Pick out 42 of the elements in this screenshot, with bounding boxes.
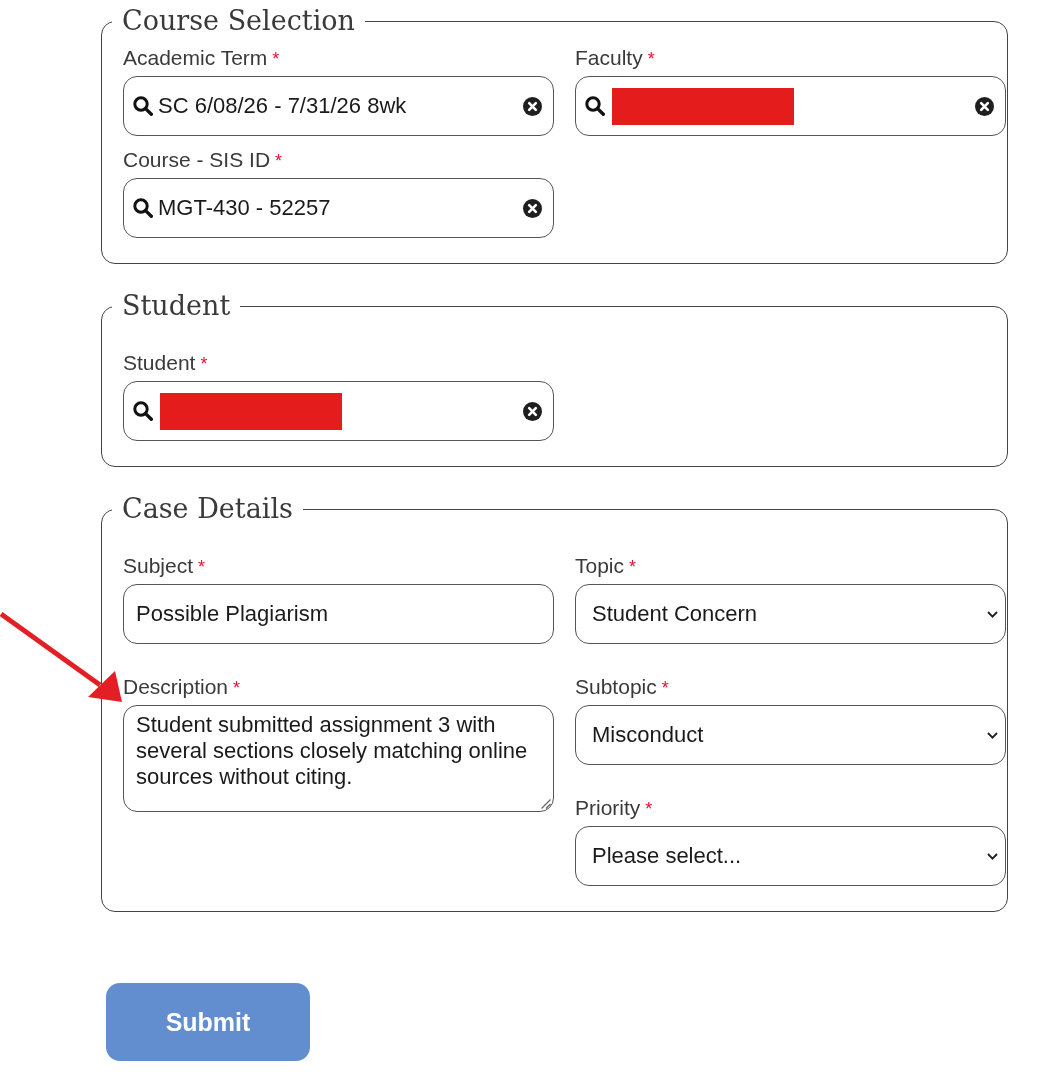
- dropdown-select[interactable]: Misconduct: [575, 705, 1006, 765]
- field-label: Academic Term: [123, 46, 268, 69]
- required-mark: *: [198, 557, 206, 577]
- section-title: Course Selection: [121, 5, 356, 37]
- clear-icon[interactable]: [523, 198, 542, 218]
- required-mark: *: [275, 151, 283, 171]
- search-field[interactable]: MGT-430 - 52257: [123, 178, 554, 238]
- search-field[interactable]: SC 6/08/26 - 7/31/26 8wk: [123, 76, 554, 136]
- required-mark: *: [661, 678, 669, 698]
- search-icon: [133, 401, 153, 421]
- required-mark: *: [645, 799, 653, 819]
- required-mark: *: [200, 354, 208, 374]
- required-mark: *: [233, 678, 241, 698]
- field-label: Priority: [575, 796, 641, 819]
- section-title: Student: [121, 290, 232, 322]
- clear-icon[interactable]: [523, 96, 542, 116]
- search-field[interactable]: [123, 381, 554, 441]
- search-icon: [585, 96, 605, 116]
- dropdown-select[interactable]: Please select...: [575, 826, 1006, 886]
- chevron-down-icon: [987, 852, 998, 860]
- chevron-down-icon: [987, 731, 998, 739]
- required-mark: *: [272, 49, 280, 69]
- search-field[interactable]: [575, 76, 1006, 136]
- search-icon: [133, 96, 153, 116]
- dropdown-select[interactable]: Student Concern: [575, 584, 1006, 644]
- field-label: Description: [123, 675, 229, 698]
- required-mark: *: [629, 557, 637, 577]
- clear-icon[interactable]: [975, 96, 994, 116]
- clear-icon[interactable]: [523, 401, 542, 421]
- text-area-field[interactable]: Student submitted assignment 3 with several sections closely matching online sources without citing.: [123, 705, 554, 812]
- section-title: Case Details: [121, 493, 294, 525]
- field-label: Faculty: [575, 46, 643, 69]
- chevron-down-icon: [987, 610, 998, 618]
- text-field[interactable]: Possible Plagiarism: [123, 584, 554, 644]
- search-icon: [133, 198, 153, 218]
- field-label: Subject: [123, 554, 194, 577]
- field-label: Subtopic: [575, 675, 657, 698]
- field-label: Topic: [575, 554, 625, 577]
- field-label: Course - SIS ID: [123, 148, 271, 171]
- resize-handle-icon[interactable]: [541, 799, 551, 809]
- required-mark: *: [647, 49, 655, 69]
- field-label: Student: [123, 351, 196, 374]
